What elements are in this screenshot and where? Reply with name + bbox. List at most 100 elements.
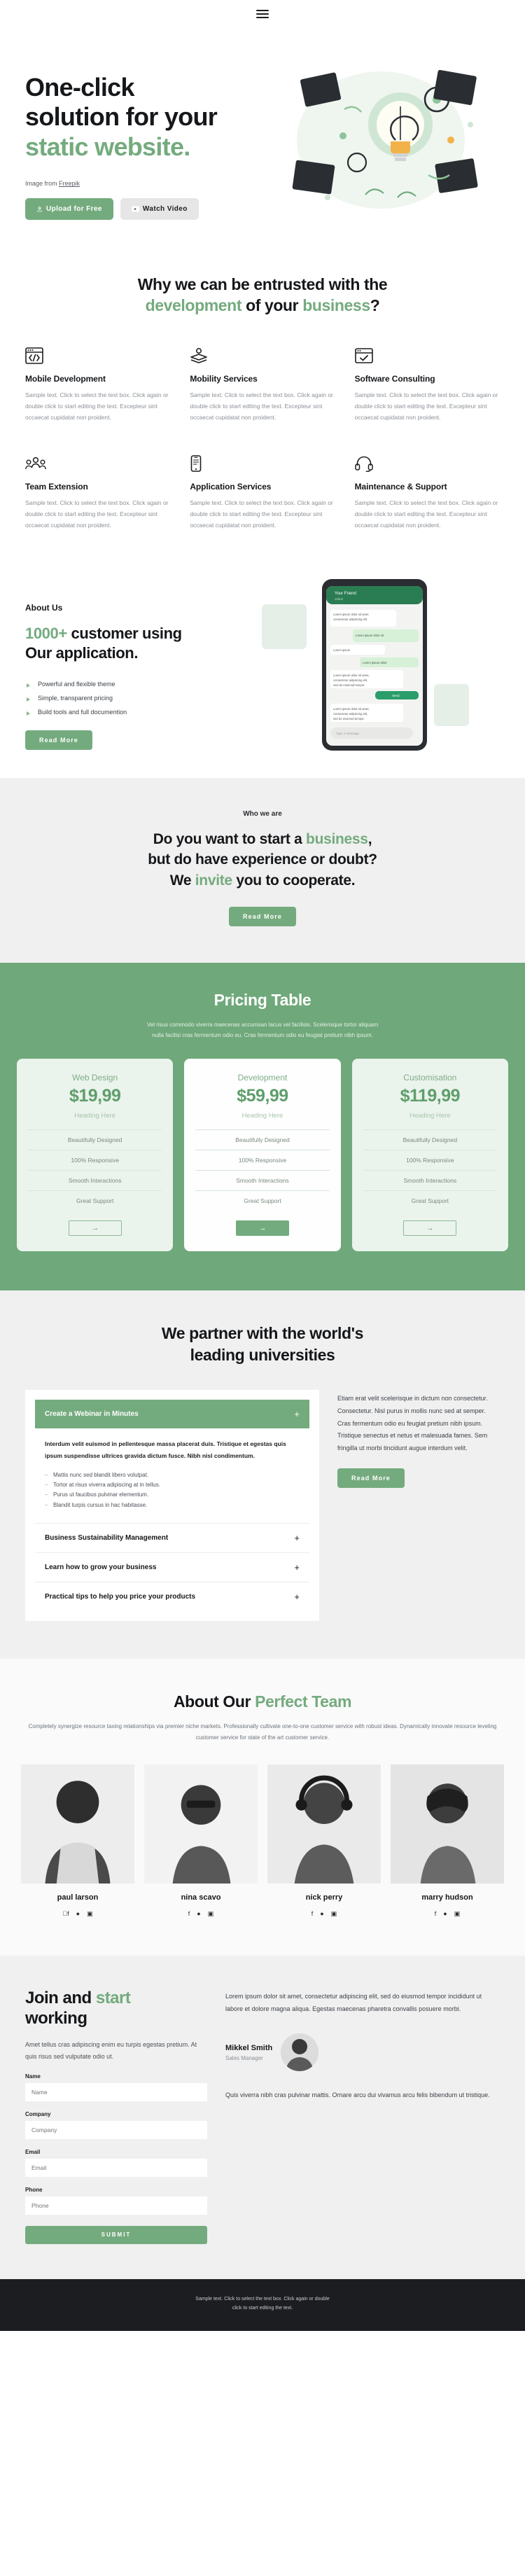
email-label: Email: [25, 2148, 41, 2155]
footer-line2: click to start editing the text.: [232, 2306, 293, 2311]
accordion: Create a Webinar in Minutes + Interdum v…: [25, 1390, 319, 1622]
accordion-item: Business Sustainability Management +: [35, 1523, 309, 1552]
svg-text:Lorem ipsum dolor sit amet,: Lorem ipsum dolor sit amet,: [333, 707, 370, 711]
plan-arrow-button[interactable]: →: [68, 1220, 122, 1237]
svg-text:Type a message...: Type a message...: [336, 732, 362, 735]
accordion-item: Learn how to grow your business +: [35, 1552, 309, 1582]
accordion-header[interactable]: Practical tips to help you price your pr…: [35, 1582, 309, 1611]
plus-icon: +: [294, 1592, 300, 1603]
plan-feature: Great Support: [28, 1190, 162, 1211]
accordion-header[interactable]: Learn how to grow your business +: [35, 1553, 309, 1582]
instagram-icon[interactable]: ▣: [87, 1910, 93, 1918]
watch-video-button[interactable]: Watch Video: [120, 198, 199, 221]
people-group-icon: [25, 454, 170, 472]
instagram-icon[interactable]: ▣: [208, 1910, 214, 1918]
pricing-card[interactable]: Development $59,99 Heading Here Beautifu…: [184, 1059, 341, 1252]
feature-body: Sample text. Click to select the text bo…: [25, 391, 169, 421]
name-input[interactable]: [25, 2082, 207, 2101]
pricing-card[interactable]: Web Design $19,99 Heading Here Beautiful…: [17, 1059, 174, 1252]
facebook-icon[interactable]: f: [188, 1910, 190, 1918]
contact-aside: Lorem ipsum dolor sit amet, consectetur …: [225, 1988, 500, 2244]
feature-title: Maintenance & Support: [354, 482, 447, 492]
feature-card: Mobile Development Sample text. Click to…: [25, 346, 170, 423]
plan-feature: 100% Responsive: [363, 1150, 497, 1170]
plan-features: Beautifully Designed 100% Responsive Smo…: [28, 1129, 162, 1211]
pricing-card[interactable]: Customisation $119,99 Heading Here Beaut…: [351, 1059, 508, 1252]
contact-person-name: Mikkel Smith: [225, 2043, 273, 2052]
plan-arrow-button[interactable]: →: [403, 1220, 457, 1237]
twitter-icon[interactable]: ●: [443, 1910, 447, 1918]
upload-button-label: Upload for Free: [46, 205, 102, 214]
company-input[interactable]: [25, 2120, 207, 2139]
pricing-grid: Web Design $19,99 Heading Here Beautiful…: [17, 1059, 508, 1252]
whowe-line3-accent: invite: [195, 872, 232, 889]
team-grid: paul larson f ● ▣ nina scavo f ● ▣: [21, 1764, 504, 1918]
twitter-icon[interactable]: ●: [197, 1910, 200, 1918]
universities-aside: Etiam erat velit scelerisque in dictum n…: [337, 1390, 500, 1489]
footer-line1: Sample text. Click to select the text bo…: [195, 2296, 330, 2302]
instagram-icon[interactable]: ▣: [331, 1910, 337, 1918]
feature-card: Application Services Sample text. Click …: [190, 454, 335, 531]
facebook-icon[interactable]: f: [62, 1910, 69, 1918]
name-label: Name: [25, 2073, 41, 2080]
feature-title: Application Services: [190, 482, 272, 492]
facebook-icon[interactable]: f: [435, 1910, 437, 1918]
plan-heading: Heading Here: [241, 1112, 284, 1120]
about-benefits-list: Powerful and flexible theme Simple, tran…: [25, 677, 249, 719]
svg-text:Your Friend: Your Friend: [335, 592, 356, 596]
about-section: About Us 1000+ customer using Our applic…: [0, 559, 525, 778]
plan-arrow-button[interactable]: →: [235, 1220, 289, 1237]
svg-text:sed do eiusmod tempor.: sed do eiusmod tempor.: [333, 717, 365, 720]
submit-button[interactable]: SUBMIT: [25, 2225, 207, 2244]
facebook-icon[interactable]: f: [312, 1910, 314, 1918]
universities-section: We partner with the world's leading univ…: [0, 1290, 525, 1659]
contact-title-part1: Join and: [25, 1989, 96, 2008]
universities-read-more-button[interactable]: Read More: [337, 1468, 405, 1489]
list-item: Simple, transparent pricing: [25, 691, 249, 705]
page-title: One-click solution for your static websi…: [25, 73, 256, 162]
instagram-icon[interactable]: ▣: [454, 1910, 461, 1918]
pricing-subtitle-line1: Vel risus commodo viverra maecenas accum…: [146, 1021, 379, 1028]
avatar: [281, 2033, 319, 2072]
svg-text:Lorem ipsum dolor sit amet: Lorem ipsum dolor sit amet: [333, 613, 369, 616]
plan-features: Beautifully Designed 100% Responsive Smo…: [363, 1129, 497, 1211]
plan-price: $119,99: [400, 1086, 461, 1106]
avatar: [391, 1764, 504, 1884]
features-title-part2: of your: [241, 296, 303, 315]
svg-text:consectetur adipiscing elit,: consectetur adipiscing elit,: [333, 712, 368, 716]
pricing-title: Pricing Table: [214, 990, 312, 1009]
accordion-item: Create a Webinar in Minutes + Interdum v…: [35, 1400, 309, 1523]
twitter-icon[interactable]: ●: [320, 1910, 323, 1918]
watch-video-label: Watch Video: [142, 205, 188, 214]
pricing-section: Pricing Table Vel risus commodo viverra …: [0, 962, 525, 1291]
twitter-icon[interactable]: ●: [76, 1910, 80, 1918]
svg-text:Sed do eiusmod tempor.: Sed do eiusmod tempor.: [333, 683, 365, 687]
whowe-read-more-button[interactable]: Read More: [229, 906, 296, 926]
footer: Sample text. Click to select the text bo…: [0, 2278, 525, 2332]
features-title-part3: ?: [370, 296, 380, 315]
plan-price: $59,99: [237, 1086, 288, 1106]
contact-title: Join and start working: [25, 1988, 207, 2029]
about-heading-rest1: customer using: [66, 624, 183, 642]
form-field-company: Company: [25, 2111, 207, 2139]
contact-form-column: Join and start working Amet tellus cras …: [25, 1988, 207, 2244]
hamburger-menu-icon[interactable]: [256, 10, 269, 18]
upload-for-free-button[interactable]: Upload for Free: [25, 198, 113, 221]
play-icon: [131, 206, 139, 212]
pricing-subtitle: Vel risus commodo viverra maecenas accum…: [17, 1019, 508, 1040]
features-title: Why we can be entrusted with the develop…: [25, 274, 500, 316]
accordion-lead: Interdum velit euismod in pellentesque m…: [45, 1440, 286, 1459]
plan-feature: Great Support: [363, 1190, 497, 1211]
phone-input[interactable]: [25, 2196, 207, 2215]
team-title: About Our Perfect Team: [21, 1692, 504, 1711]
freepik-link[interactable]: Freepik: [59, 180, 80, 187]
plus-icon: +: [294, 1562, 300, 1573]
svg-text:Lorem ipsum dolor sit amet,: Lorem ipsum dolor sit amet,: [333, 674, 370, 677]
email-input[interactable]: [25, 2158, 207, 2177]
social-links: f ● ▣: [391, 1910, 504, 1918]
about-read-more-button[interactable]: Read More: [25, 730, 92, 750]
accordion-header[interactable]: Business Sustainability Management +: [35, 1524, 309, 1552]
universities-title: We partner with the world's leading univ…: [25, 1323, 500, 1366]
accordion-header[interactable]: Create a Webinar in Minutes +: [35, 1400, 309, 1429]
svg-text:Lorem ipsum dolor sit: Lorem ipsum dolor sit: [356, 634, 384, 637]
